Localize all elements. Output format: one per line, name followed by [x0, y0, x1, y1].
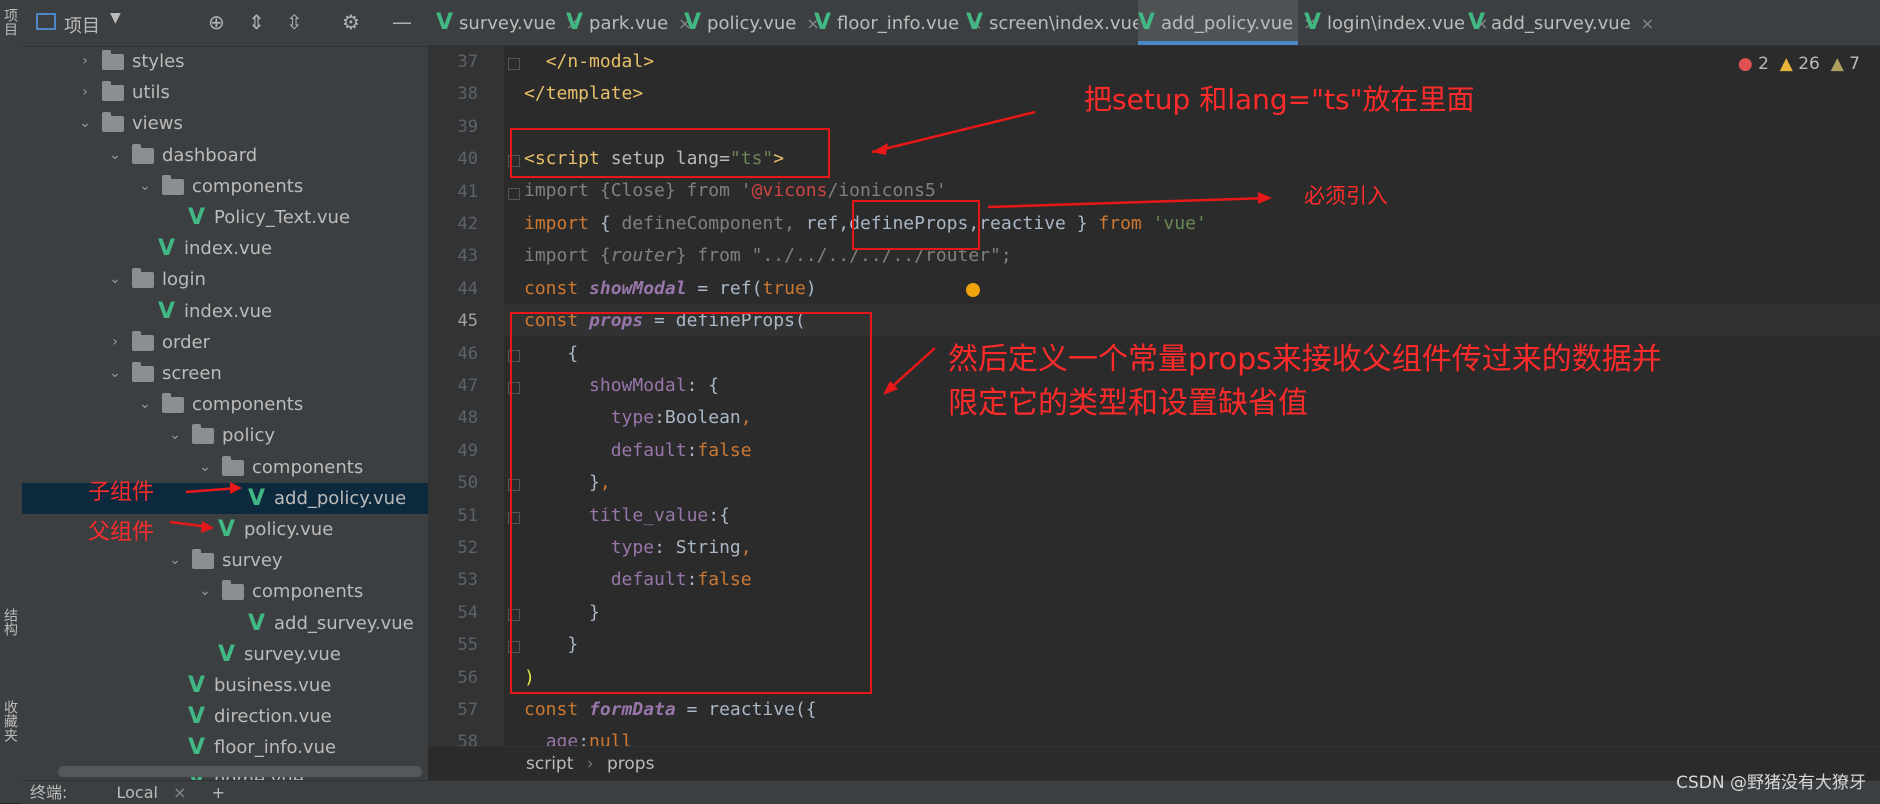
annotation-must-import: 必须引入	[1304, 184, 1388, 208]
arrow-setup-head	[872, 143, 888, 155]
annotation-setup-note: 把setup 和lang="ts"放在里面	[1084, 83, 1475, 116]
arrow-child-head	[230, 482, 242, 494]
annotation-arrows	[169, 110, 1272, 533]
arrow-setup	[871, 110, 1036, 154]
annotation-child-label: 子组件	[88, 480, 155, 505]
arrow-parent-head	[201, 521, 214, 533]
annotation-props-note-line-2: 限定它的类型和设置缺省值	[948, 386, 1308, 421]
arrow-must-import-head	[1258, 192, 1272, 204]
arrow-must-import	[987, 196, 1271, 209]
annotation-props-note-line-1: 然后定义一个常量props来接收父组件传过来的数据并	[948, 342, 1662, 377]
annotation-parent-label: 父组件	[88, 520, 155, 545]
watermark: CSDN @野猪没有大獠牙	[1676, 773, 1866, 793]
